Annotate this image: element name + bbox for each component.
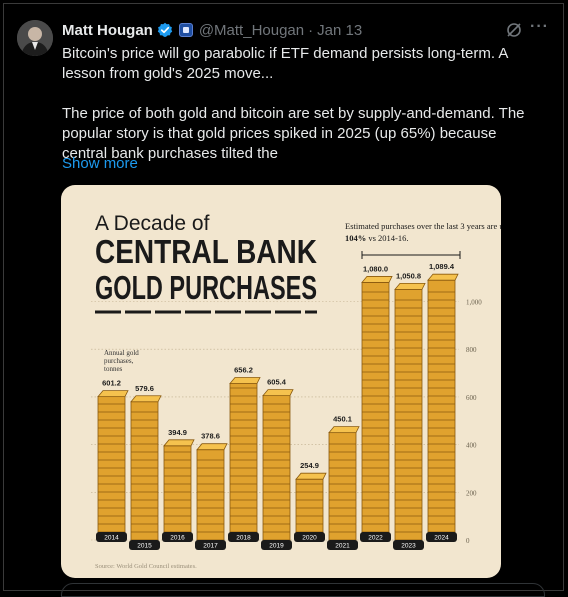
x-tick-label: 2014 [96, 532, 127, 542]
bar [361, 276, 393, 541]
value-label: 378.6 [201, 432, 220, 441]
bar [130, 395, 162, 541]
tweet-text: Bitcoin's price will go parabolic if ETF… [62, 44, 542, 164]
svg-text:2021: 2021 [335, 543, 350, 550]
note-text-line2: 104% vs 2014-16. [345, 233, 409, 243]
grok-icon[interactable] [506, 22, 522, 43]
verified-badge-icon[interactable] [157, 22, 173, 38]
svg-text:2017: 2017 [203, 543, 218, 550]
svg-text:2014: 2014 [104, 535, 119, 542]
y-tick-label: 400 [466, 442, 477, 450]
value-label: 656.2 [234, 365, 253, 374]
value-label: 1,080.0 [363, 264, 388, 273]
affiliate-badge-icon[interactable] [178, 23, 193, 37]
infographic-image[interactable]: A Decade of CENTRAL BANK GOLD PURCHASES … [61, 185, 501, 578]
next-tweet-card[interactable] [61, 583, 545, 597]
gold-purchases-chart: A Decade of CENTRAL BANK GOLD PURCHASES … [91, 212, 501, 570]
y-tick-label: 0 [466, 537, 470, 545]
svg-text:2024: 2024 [434, 535, 449, 542]
svg-text:2019: 2019 [269, 543, 284, 550]
x-tick-label: 2021 [327, 540, 358, 550]
bar [328, 426, 360, 541]
svg-text:2015: 2015 [137, 543, 152, 550]
bars-group [97, 273, 459, 541]
value-label: 394.9 [168, 428, 187, 437]
unit-label-line1: Annual gold [104, 349, 139, 357]
y-tick-label: 1,000 [466, 299, 482, 307]
x-tick-label: 2023 [393, 540, 424, 550]
x-tick-label: 2015 [129, 540, 160, 550]
infographic-title-small: A Decade of [95, 212, 210, 235]
svg-text:2023: 2023 [401, 543, 416, 550]
x-tick-label: 2017 [195, 540, 226, 550]
note-text-line1: Estimated purchases over the last 3 year… [345, 221, 501, 231]
value-label: 605.4 [267, 378, 287, 387]
bar [295, 472, 327, 541]
value-label: 601.2 [102, 379, 121, 388]
value-label: 1,089.4 [429, 262, 455, 271]
y-tick-label: 200 [466, 489, 477, 497]
svg-text:2016: 2016 [170, 535, 185, 542]
author-avatar[interactable] [17, 20, 53, 56]
bar [97, 390, 129, 541]
unit-label: Annual gold purchases, tonnes [104, 349, 141, 373]
y-tick-label: 800 [466, 346, 477, 354]
show-more-link[interactable]: Show more [62, 155, 138, 172]
value-label: 1,050.8 [396, 271, 421, 280]
note-tail: vs 2014-16. [368, 233, 408, 243]
x-tick-label: 2020 [294, 532, 325, 542]
bar [163, 439, 195, 541]
more-icon[interactable]: ··· [530, 18, 549, 36]
note-text: Estimated purchases over the last 3 year… [345, 221, 501, 231]
x-tick-label: 2016 [162, 532, 193, 542]
bar [394, 282, 426, 541]
date-separator: · [308, 21, 314, 39]
author-name[interactable]: Matt Hougan [62, 22, 153, 39]
bar [427, 273, 459, 541]
unit-label-line3: tonnes [104, 365, 123, 373]
infographic-title-line1: CENTRAL BANK [95, 233, 317, 270]
source-text: Source: World Gold Council estimates. [95, 563, 197, 570]
svg-text:2020: 2020 [302, 535, 317, 542]
note-highlight: 104% [345, 233, 366, 243]
bar [262, 389, 294, 541]
x-tick-label: 2024 [426, 532, 457, 542]
x-tick-label: 2022 [360, 532, 391, 542]
svg-text:2022: 2022 [368, 535, 383, 542]
x-tick-label: 2018 [228, 532, 259, 542]
bar [196, 443, 228, 541]
y-tick-label: 600 [466, 394, 477, 402]
svg-text:2018: 2018 [236, 535, 251, 542]
author-handle[interactable]: @Matt_Hougan [199, 22, 304, 39]
bar [229, 377, 261, 541]
infographic-title-line2: GOLD PURCHASES [95, 269, 317, 306]
value-label: 450.1 [333, 415, 352, 424]
y-tick-labels-group: 0 200 400 600 800 1,000 [466, 299, 482, 546]
tweet-header: Matt Hougan @Matt_Hougan · Jan 13 [62, 21, 362, 39]
value-label: 254.9 [300, 461, 319, 470]
tweet-paragraph-1: Bitcoin's price will go parabolic if ETF… [62, 45, 508, 82]
tweet-date[interactable]: Jan 13 [317, 22, 362, 39]
unit-label-line2: purchases, [104, 357, 134, 365]
value-label: 579.6 [135, 384, 154, 393]
x-tick-label: 2019 [261, 540, 292, 550]
